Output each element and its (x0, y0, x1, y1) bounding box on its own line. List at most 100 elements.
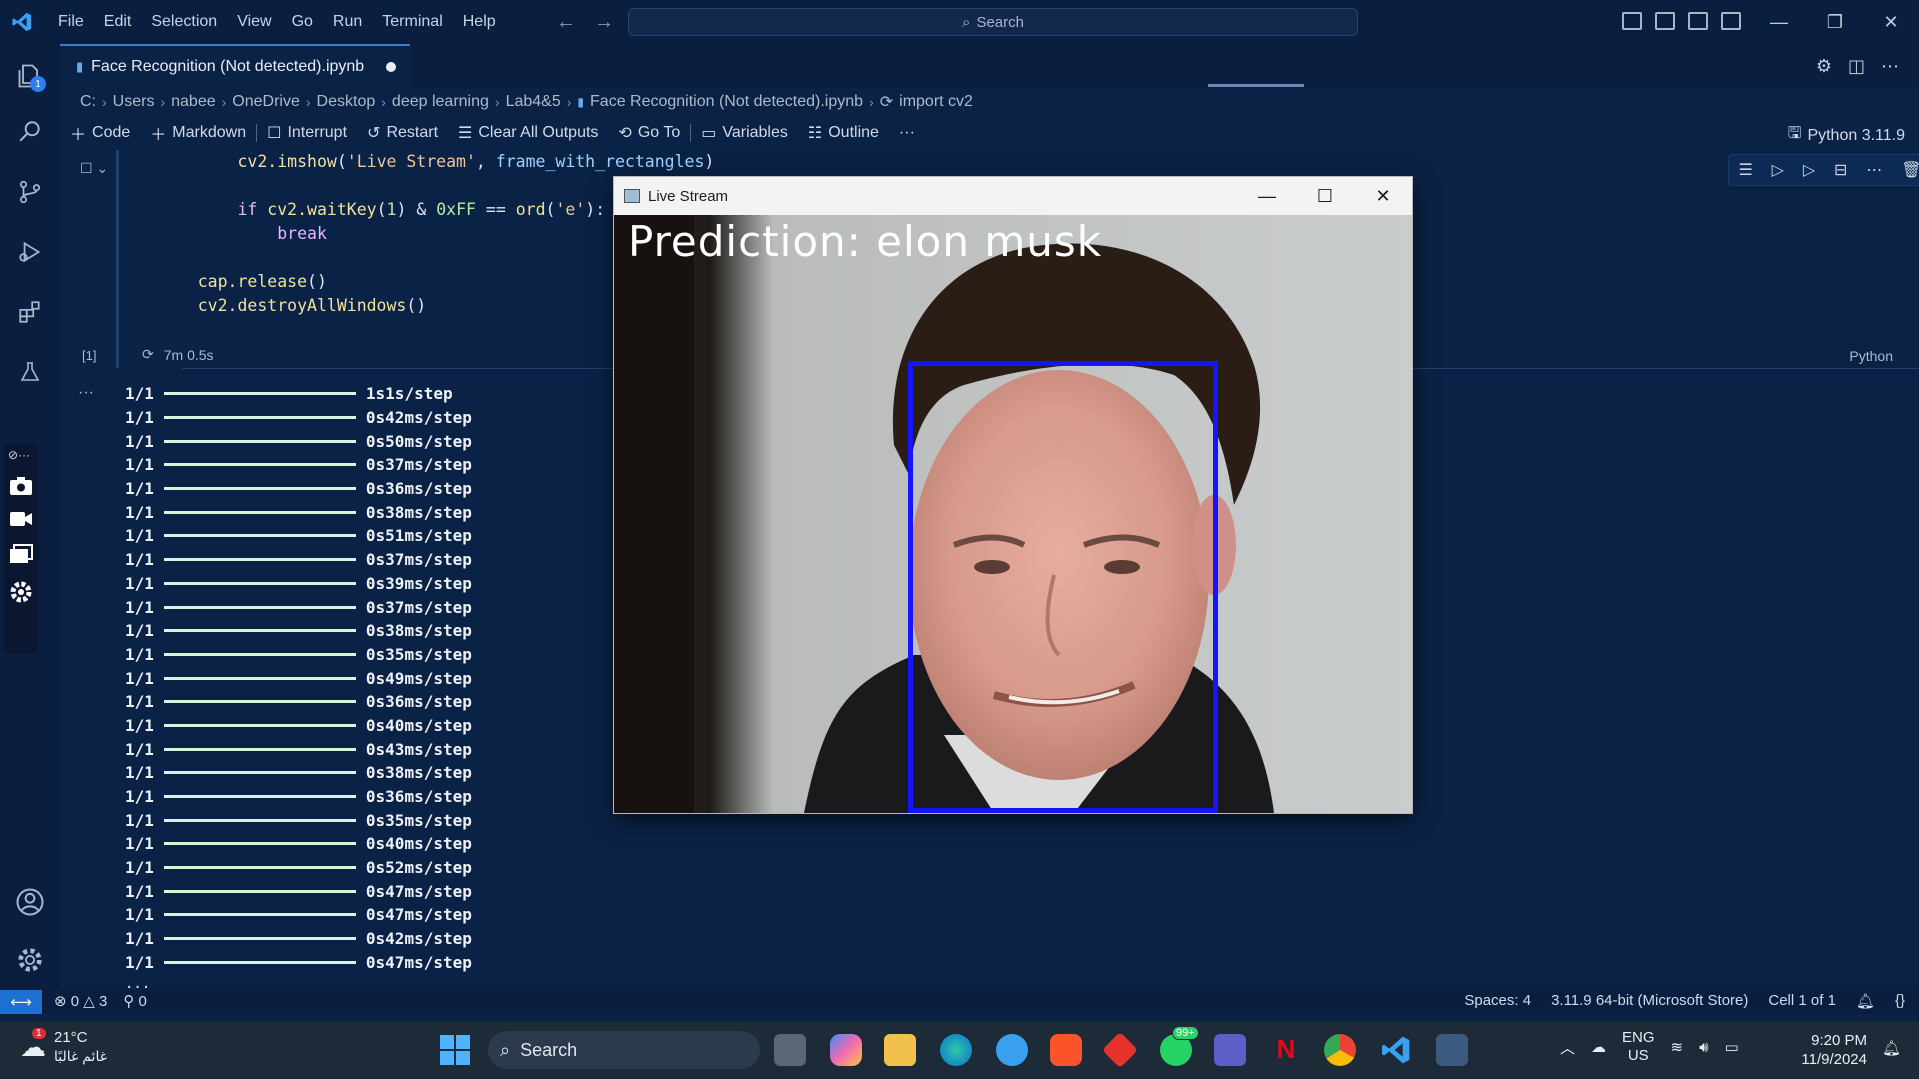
more-toolbar-button[interactable]: ··· (889, 124, 925, 142)
chrome-icon[interactable] (1324, 1034, 1356, 1066)
variables-button[interactable]: ▭ Variables (691, 123, 798, 143)
netflix-icon[interactable]: N (1270, 1034, 1302, 1066)
forward-arrow-icon[interactable]: → (594, 11, 614, 34)
run-cell-and-below-icon[interactable]: ▷ (1803, 160, 1815, 180)
customize-layout-icon[interactable] (1721, 12, 1741, 30)
anydesk-icon[interactable] (1101, 1031, 1139, 1069)
vscode-taskbar-icon[interactable] (1380, 1034, 1412, 1066)
breadcrumb-item[interactable]: Lab4&5 (506, 93, 561, 111)
explorer-icon[interactable]: 1 (12, 58, 48, 94)
testing-icon[interactable] (12, 354, 48, 390)
breadcrumb-item[interactable]: deep learning (392, 93, 489, 111)
file-explorer-icon[interactable] (884, 1034, 916, 1066)
restart-button[interactable]: ↺ Restart (357, 123, 448, 143)
menu-edit[interactable]: Edit (94, 0, 142, 44)
breadcrumb-item[interactable]: nabee (171, 93, 216, 111)
toggle-secondary-sidebar-icon[interactable] (1688, 12, 1708, 30)
task-view-icon[interactable] (774, 1034, 806, 1066)
delete-cell-icon[interactable]: 🗑 (1901, 160, 1919, 180)
interpreter-indicator[interactable]: 3.11.9 64-bit (Microsoft Store) (1551, 992, 1748, 1010)
breadcrumb-item[interactable]: C: (80, 93, 96, 111)
video-camera-icon[interactable] (9, 510, 33, 532)
split-editor-icon[interactable]: ◫ (1848, 56, 1865, 77)
interrupt-button[interactable]: ☐ Interrupt (257, 123, 357, 143)
ports-indicator[interactable]: ⚲ 0 (123, 992, 147, 1010)
more-actions-icon[interactable]: ⋯ (1881, 56, 1899, 77)
battery-icon[interactable]: ▭ (1725, 1038, 1739, 1056)
settings-gear-icon[interactable] (9, 580, 33, 608)
search-sidebar-icon[interactable] (12, 114, 48, 150)
tab-notebook[interactable]: ▮ Face Recognition (Not detected).ipynb (60, 44, 410, 88)
extensions-icon[interactable] (12, 294, 48, 330)
unsaved-dot-icon[interactable] (386, 62, 397, 72)
camera-icon[interactable] (9, 476, 33, 500)
breadcrumb-item[interactable]: OneDrive (232, 93, 300, 111)
manage-gear-icon[interactable] (12, 942, 48, 978)
notebook-settings-icon[interactable]: ⚙ (1816, 56, 1832, 77)
menu-run[interactable]: Run (323, 0, 372, 44)
split-cell-icon[interactable]: ⊟ (1834, 160, 1847, 180)
clear-outputs-button[interactable]: ☰ Clear All Outputs (448, 123, 608, 143)
brave-browser-icon[interactable] (1050, 1034, 1082, 1066)
notifications-bell-icon[interactable]: 🔔︎ (1856, 992, 1875, 1010)
maximize-icon[interactable]: ☐ (1296, 177, 1354, 215)
add-markdown-button[interactable]: ＋ Markdown (140, 121, 256, 145)
menu-help[interactable]: Help (453, 0, 506, 44)
screens-icon[interactable] (9, 544, 33, 568)
onedrive-cloud-icon[interactable]: ☁ (1591, 1038, 1606, 1056)
breadcrumb-item[interactable]: Face Recognition (Not detected).ipynb (590, 93, 863, 111)
goto-button[interactable]: ⟲ Go To (608, 123, 690, 143)
cell-more-icon[interactable]: ⋯ (1866, 160, 1882, 180)
restore-icon[interactable]: ❐ (1807, 0, 1863, 44)
breadcrumb-item[interactable]: Desktop (317, 93, 376, 111)
minimize-icon[interactable]: — (1751, 0, 1807, 44)
windows-start-icon[interactable] (440, 1035, 470, 1065)
tab-scroll-indicator[interactable] (1208, 84, 1304, 87)
menu-file[interactable]: File (48, 0, 94, 44)
taskbar-search[interactable]: ⌕ Search (488, 1031, 760, 1069)
edge-browser-icon[interactable] (940, 1034, 972, 1066)
source-control-icon[interactable] (12, 174, 48, 210)
cell-language[interactable]: Python (1849, 348, 1893, 364)
toolbar-more-icon[interactable]: ⊘··· (8, 448, 30, 462)
close-icon[interactable]: ✕ (1354, 177, 1412, 215)
breadcrumb-item[interactable]: Users (113, 93, 155, 111)
back-arrow-icon[interactable]: ← (556, 11, 576, 34)
menu-selection[interactable]: Selection (141, 0, 227, 44)
braces-icon[interactable]: {} (1895, 992, 1905, 1010)
whatsapp-icon[interactable]: 99+ (1160, 1026, 1199, 1066)
cell-collapse-toggle[interactable]: ☐ ⌄ (80, 160, 108, 177)
menu-go[interactable]: Go (282, 0, 323, 44)
menu-terminal[interactable]: Terminal (372, 0, 452, 44)
close-icon[interactable]: ✕ (1863, 0, 1919, 44)
python-app-icon[interactable] (1436, 1034, 1468, 1066)
weather-widget[interactable]: ☁ 1 21°C غائم غالبًا (20, 1027, 107, 1065)
volume-icon[interactable]: 🔊︎ (1699, 1039, 1708, 1056)
live-stream-window[interactable]: Live Stream — ☐ ✕ Prediction: elon musk (613, 176, 1413, 814)
notification-bell-icon[interactable]: 🔔︎ (1882, 1039, 1901, 1057)
accounts-icon[interactable] (12, 884, 48, 920)
wifi-icon[interactable]: ≋ (1671, 1038, 1684, 1056)
show-hidden-icons-chevron-icon[interactable]: ︿ (1560, 1037, 1575, 1058)
problems-indicator[interactable]: ⊗ 0 △ 3 (54, 992, 107, 1010)
clock[interactable]: 9:20 PM 11/9/2024 (1801, 1031, 1867, 1069)
menu-view[interactable]: View (227, 0, 281, 44)
breadcrumb-item[interactable]: import cv2 (899, 93, 973, 111)
add-code-button[interactable]: ＋ Code (60, 121, 140, 145)
run-debug-icon[interactable] (12, 234, 48, 270)
cell-indicator[interactable]: Cell 1 of 1 (1768, 992, 1836, 1010)
outline-button[interactable]: ☷ Outline (798, 123, 889, 143)
teams-icon[interactable] (1214, 1034, 1246, 1066)
run-below-icon[interactable]: ▷ (1772, 160, 1784, 180)
kernel-picker[interactable]: 🖫 Python 3.11.9 (1788, 122, 1905, 149)
toggle-panel-icon[interactable] (1655, 12, 1675, 30)
remote-indicator-icon[interactable]: ⟷ (0, 990, 42, 1014)
minimize-icon[interactable]: — (1238, 177, 1296, 215)
browser-icon[interactable] (996, 1034, 1028, 1066)
toggle-primary-sidebar-icon[interactable] (1622, 12, 1642, 30)
copilot-icon[interactable] (830, 1034, 862, 1066)
indentation-indicator[interactable]: Spaces: 4 (1464, 992, 1531, 1010)
run-above-icon[interactable]: ☰ (1738, 160, 1752, 180)
output-actions-icon[interactable]: ··· (78, 384, 94, 402)
input-language[interactable]: ENG US (1622, 1029, 1655, 1065)
